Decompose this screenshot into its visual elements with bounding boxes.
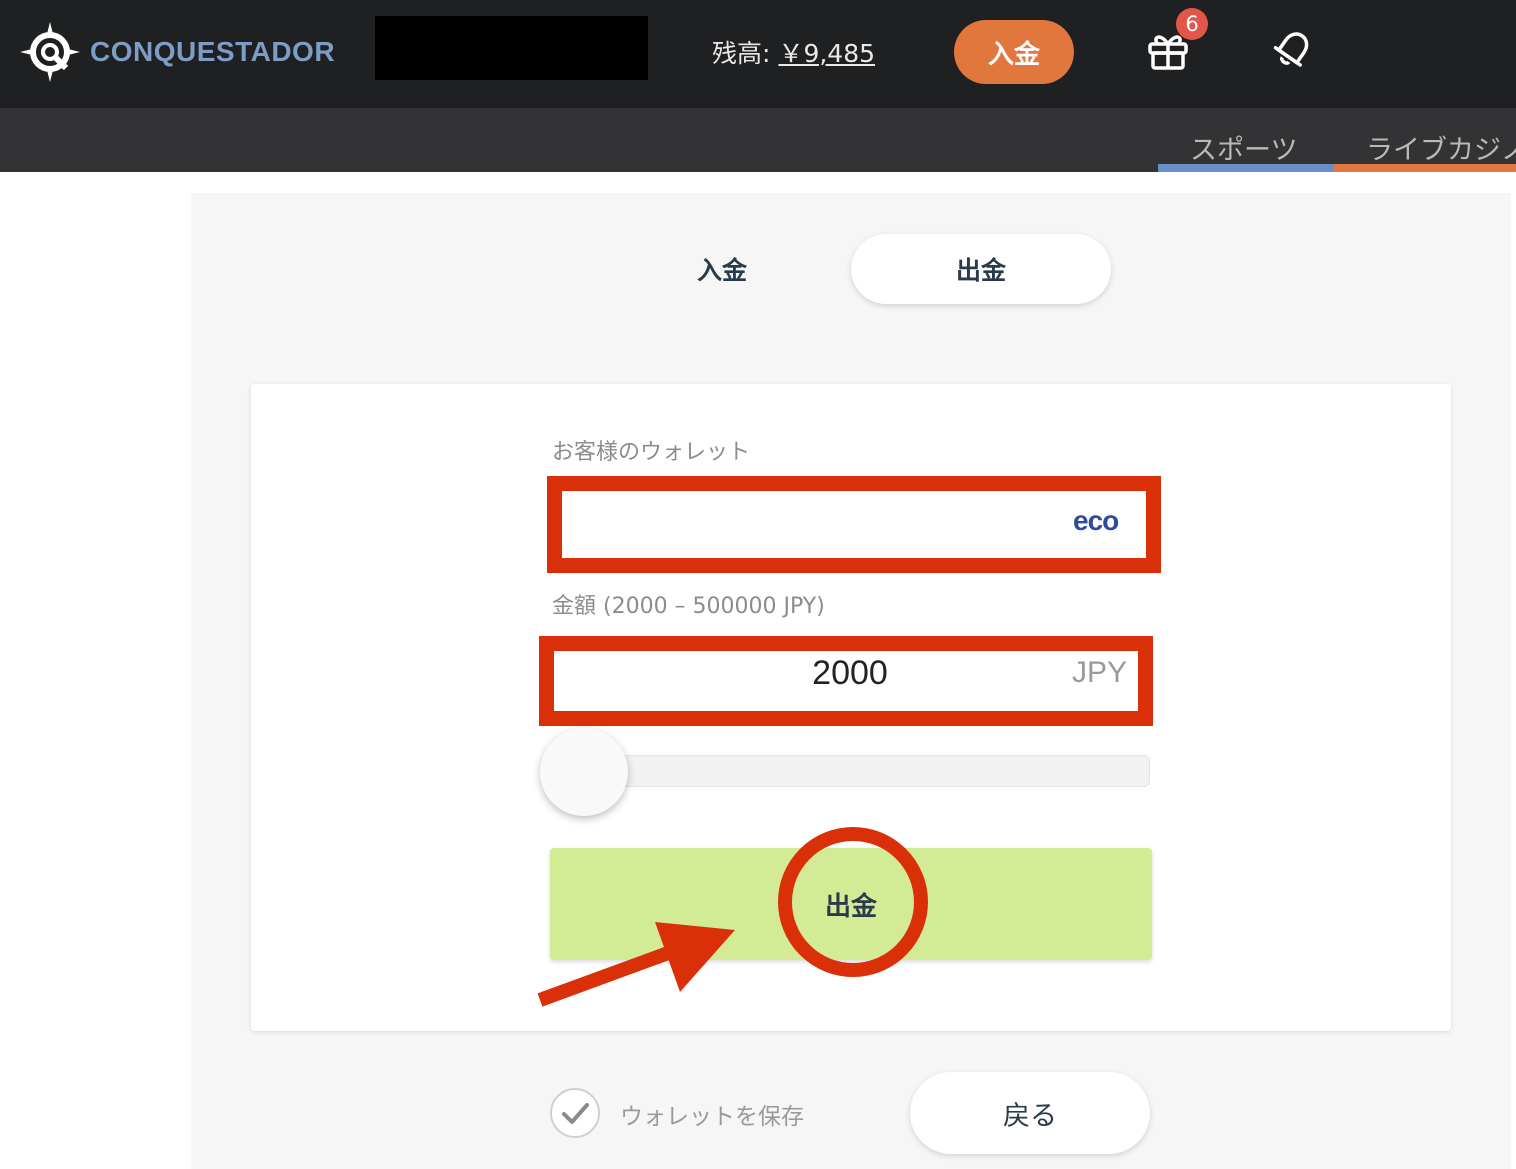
withdraw-submit-button[interactable]: 出金 xyxy=(550,848,1152,960)
tab-deposit[interactable]: 入金 xyxy=(592,234,852,304)
save-wallet-label: ウォレットを保存 xyxy=(620,1104,804,1130)
top-header: CONQUESTADOR 残高: ￥9,485 入金 6 xyxy=(0,0,1516,108)
logo-compass-icon xyxy=(20,22,80,82)
amount-label: 金額 (2000 – 500000 JPY) xyxy=(552,594,825,619)
subnav-item-sports[interactable]: スポーツ xyxy=(1190,128,1297,167)
subnav-item-live-casino[interactable]: ライブカジノ xyxy=(1366,128,1516,167)
highlight-wallet-box xyxy=(547,476,1161,573)
checkmark-icon xyxy=(562,1103,589,1124)
tab-withdraw[interactable]: 出金 xyxy=(851,234,1111,304)
highlight-amount-box xyxy=(539,636,1153,726)
subnav-live-casino-underline xyxy=(1334,164,1516,172)
back-button[interactable]: 戻る xyxy=(910,1072,1150,1154)
balance-display: 残高: ￥9,485 xyxy=(712,34,875,70)
balance-amount[interactable]: ￥9,485 xyxy=(778,39,875,68)
redacted-area xyxy=(375,16,648,80)
sub-navigation: スポーツ ライブカジノ xyxy=(0,108,1516,172)
wallet-label: お客様のウォレット xyxy=(552,440,751,465)
header-deposit-button[interactable]: 入金 xyxy=(954,20,1074,84)
balance-label: 残高: xyxy=(712,39,771,68)
save-wallet-checkbox[interactable] xyxy=(550,1088,600,1138)
bell-icon[interactable] xyxy=(1270,26,1316,72)
subnav-sports-underline xyxy=(1158,164,1334,172)
amount-slider-handle[interactable] xyxy=(540,728,628,816)
gift-badge: 6 xyxy=(1176,8,1208,40)
logo-text: CONQUESTADOR xyxy=(90,36,336,67)
site-logo[interactable]: CONQUESTADOR xyxy=(18,20,335,84)
amount-slider-track[interactable] xyxy=(584,755,1150,787)
